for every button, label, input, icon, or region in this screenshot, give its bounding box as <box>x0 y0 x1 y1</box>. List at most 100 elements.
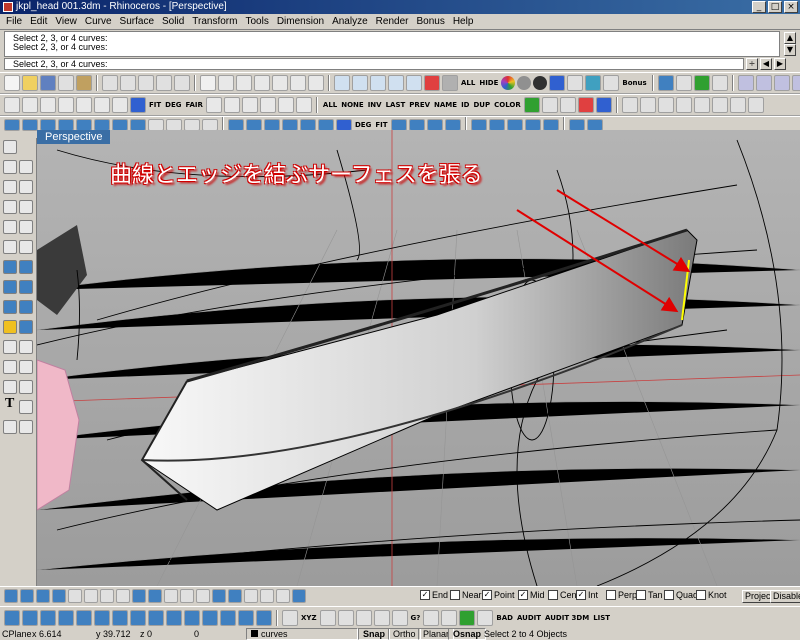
grid-icon[interactable] <box>406 75 422 91</box>
pan-hand-icon[interactable] <box>200 75 216 91</box>
curve-icon[interactable] <box>58 97 74 113</box>
snap-center-icon[interactable] <box>132 589 146 603</box>
snap-options-icon[interactable] <box>276 589 290 603</box>
snap-mesh-icon[interactable] <box>68 589 82 603</box>
circle-icon[interactable] <box>3 200 17 214</box>
layer-icon[interactable] <box>657 75 674 91</box>
dimension-icon[interactable] <box>19 400 33 414</box>
viewport-layout-icon[interactable] <box>334 75 350 91</box>
snap-point-icon[interactable] <box>36 589 50 603</box>
edit-point-icon[interactable] <box>277 97 294 113</box>
select-color-button[interactable]: COLOR <box>493 101 522 109</box>
new-file-icon[interactable] <box>4 75 20 91</box>
filter-icon[interactable] <box>130 609 146 626</box>
osnap-near[interactable]: Near <box>450 590 482 600</box>
osnap-knot[interactable]: Knot <box>696 590 727 600</box>
checkbox-icon[interactable]: ✓ <box>420 590 430 600</box>
select-previous-button[interactable]: PREV <box>408 101 431 109</box>
car-render-icon[interactable] <box>424 75 440 91</box>
close-button[interactable]: × <box>784 1 798 13</box>
mirror-icon[interactable] <box>747 97 764 113</box>
copy-icon[interactable] <box>120 75 136 91</box>
minimize-button[interactable]: _ <box>752 1 766 13</box>
area-icon[interactable] <box>441 609 458 626</box>
xyz-button[interactable]: XYZ <box>300 614 318 622</box>
rectangle-icon[interactable] <box>19 220 33 234</box>
text-tool-icon[interactable]: T <box>5 396 14 412</box>
loft-icon[interactable] <box>58 118 74 131</box>
zoom-extents-icon[interactable] <box>272 75 288 91</box>
unroll-icon[interactable] <box>444 118 461 131</box>
match-icon[interactable] <box>112 97 128 113</box>
snap-project-icon[interactable] <box>244 589 258 603</box>
osnap-toggle[interactable]: Osnap <box>448 628 487 640</box>
surface-edge-icon[interactable] <box>22 118 38 131</box>
scroll-left-icon[interactable]: ◀ <box>760 58 772 70</box>
explode-icon[interactable] <box>675 97 692 113</box>
zebra-icon[interactable] <box>488 118 505 131</box>
menu-edit[interactable]: Edit <box>26 14 51 29</box>
join-icon[interactable] <box>3 380 17 394</box>
print-icon[interactable] <box>58 75 74 91</box>
ortho-toggle-icon[interactable] <box>40 609 56 626</box>
command-input[interactable]: Select 2, 3, or 4 curves: <box>4 58 744 70</box>
checkbox-icon[interactable]: ✓ <box>576 590 586 600</box>
zoom-window-icon[interactable] <box>254 75 270 91</box>
checkbox-icon[interactable] <box>696 590 706 600</box>
snap-disable-icon[interactable] <box>260 589 274 603</box>
pipe-icon[interactable] <box>791 75 800 91</box>
snap-one-icon[interactable] <box>292 589 306 603</box>
snap-end-icon[interactable] <box>228 589 242 603</box>
checkbox-icon[interactable] <box>636 590 646 600</box>
save-icon[interactable] <box>40 75 56 91</box>
network-srf-icon[interactable] <box>130 118 146 131</box>
person-icon[interactable] <box>336 118 352 131</box>
osnap-perp[interactable]: Perp <box>606 590 637 600</box>
blend-icon[interactable] <box>94 97 110 113</box>
offset-icon[interactable] <box>76 97 92 113</box>
split-icon[interactable] <box>19 360 33 374</box>
help-icon[interactable] <box>603 75 620 91</box>
join-icon[interactable] <box>657 97 674 113</box>
ellipse-icon[interactable] <box>3 220 17 234</box>
surface-degree-button[interactable]: DEG <box>354 121 372 129</box>
sweep1-icon[interactable] <box>76 118 92 131</box>
move-handle-icon[interactable]: ÷ <box>746 58 758 70</box>
fair-button[interactable]: FAIR <box>185 101 204 109</box>
degree-button[interactable]: DEG <box>164 101 182 109</box>
checkbox-icon[interactable] <box>664 590 674 600</box>
sweep2-icon[interactable] <box>94 118 110 131</box>
points-off-icon[interactable] <box>241 97 258 113</box>
transform-icon[interactable] <box>3 340 17 354</box>
menu-help[interactable]: Help <box>449 14 478 29</box>
trim-icon[interactable] <box>693 97 710 113</box>
select-bad-objects-button[interactable]: BAD <box>495 614 514 622</box>
hide-button[interactable]: HIDE <box>478 79 499 87</box>
length-icon[interactable] <box>373 609 390 626</box>
scroll-right-icon[interactable]: ▶ <box>774 58 786 70</box>
snap-mid-icon[interactable] <box>212 589 226 603</box>
merge-srf-icon[interactable] <box>318 118 334 131</box>
record-history-icon[interactable] <box>112 609 128 626</box>
ruler-icon[interactable] <box>282 609 298 626</box>
unlock-icon[interactable] <box>166 609 182 626</box>
properties-icon[interactable] <box>76 75 92 91</box>
menu-bonus[interactable]: Bonus <box>412 14 448 29</box>
blend-srf-icon[interactable] <box>228 118 244 131</box>
fillet-icon[interactable] <box>40 97 56 113</box>
analyze-icon[interactable] <box>19 420 33 434</box>
cplane-icon[interactable] <box>388 75 404 91</box>
fit-button[interactable]: FIT <box>148 101 162 109</box>
checkbox-icon[interactable]: ✓ <box>518 590 528 600</box>
light-icon[interactable] <box>549 75 566 91</box>
block-icon[interactable] <box>693 75 710 91</box>
ortho-toggle[interactable]: Ortho <box>388 628 421 640</box>
menu-view[interactable]: View <box>51 14 81 29</box>
osnap-tan[interactable]: Tan <box>636 590 663 600</box>
select-none-button[interactable]: NONE <box>340 101 364 109</box>
menu-transform[interactable]: Transform <box>188 14 241 29</box>
osnap-toggle-icon[interactable] <box>4 609 20 626</box>
select-all-button[interactable]: ALL <box>322 101 338 109</box>
paste-icon[interactable] <box>138 75 154 91</box>
plane-icon[interactable] <box>40 118 56 131</box>
